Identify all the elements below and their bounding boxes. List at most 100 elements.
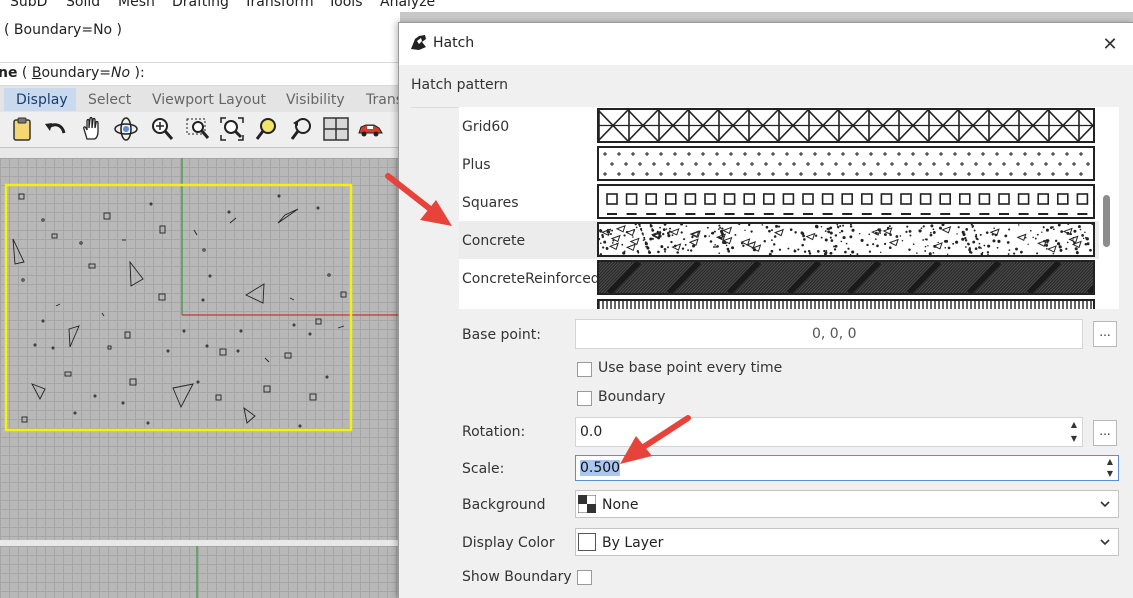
background-label: Background [462, 497, 546, 513]
pattern-row-plus[interactable]: Plus [459, 145, 1099, 183]
rhino-toolbar-tabs: Display Select Viewport Layout Visibilit… [0, 86, 403, 112]
pattern-name: Squares [462, 195, 519, 211]
menu-transform[interactable]: Transform [244, 0, 314, 10]
base-point-value: 0, 0, 0 [812, 326, 857, 342]
zoom-selected-icon[interactable] [254, 115, 282, 143]
boundary-option-name[interactable]: oundary= [41, 65, 111, 81]
rhino-app-icon [411, 35, 426, 50]
scale-value[interactable]: 0.500 [580, 460, 621, 476]
display-color-value: By Layer [602, 535, 664, 551]
command-history: ( Boundary=No ) [0, 12, 400, 62]
tab-visibility[interactable]: Visibility [286, 92, 345, 108]
boundary-checkbox[interactable] [577, 391, 592, 406]
zoom-dynamic-icon[interactable] [148, 115, 176, 143]
close-button[interactable]: ✕ [1095, 31, 1125, 57]
command-prompt[interactable]: ne ( Boundary=No ): [0, 62, 400, 86]
pattern-preview-concrete-reinforced [597, 260, 1095, 295]
tab-select[interactable]: Select [88, 92, 131, 108]
plus-preview-graphic [603, 152, 1090, 176]
menu-mesh[interactable]: Mesh [118, 0, 155, 10]
command-prompt-text: ne ( Boundary=No ): [0, 65, 145, 81]
menu-tools[interactable]: Tools [328, 0, 363, 10]
boundary-label[interactable]: Boundary [598, 389, 665, 405]
undo-icon[interactable] [42, 115, 70, 143]
menu-drafting[interactable]: Drafting [172, 0, 229, 10]
zoom-window-icon[interactable] [184, 115, 212, 143]
spin-up-icon[interactable]: ▲ [1107, 457, 1113, 467]
base-point-label: Base point: [462, 327, 541, 343]
base-point-field[interactable]: 0, 0, 0 [575, 319, 1083, 349]
show-boundary-checkbox[interactable] [577, 570, 592, 585]
concrete-hatch-fill [12, 193, 347, 428]
use-base-point-label[interactable]: Use base point every time [598, 360, 782, 376]
pattern-list-scrollbar[interactable] [1103, 195, 1110, 247]
scale-input[interactable]: 0.500 ▲ ▼ [575, 455, 1119, 481]
menu-solid[interactable]: Solid [66, 0, 100, 10]
top-viewport[interactable] [0, 158, 400, 540]
bottom-viewport-geometry [196, 546, 198, 598]
base-point-pick-button[interactable]: ... [1093, 321, 1117, 347]
pattern-preview-plus [597, 146, 1095, 181]
chevron-down-icon [1100, 501, 1110, 508]
pattern-name: Grid60 [462, 119, 510, 135]
scale-spinner[interactable]: ▲ ▼ [1104, 457, 1116, 479]
display-color-select[interactable]: By Layer [575, 528, 1119, 556]
concrete-preview-graphic [599, 224, 1093, 255]
tab-viewport-layout[interactable]: Viewport Layout [152, 92, 266, 108]
pan-hand-icon[interactable] [78, 115, 106, 143]
hatch-pattern-section-label: Hatch pattern [411, 77, 509, 93]
display-color-label: Display Color [462, 535, 555, 551]
rotation-spinner[interactable]: ▲ ▼ [1068, 420, 1080, 444]
viewport-geometry [4, 158, 400, 432]
pattern-row-concrete-reinforced[interactable]: ConcreteReinforced [459, 259, 1099, 297]
hatch-dialog: Hatch ✕ Hatch pattern Grid60 Plus Square… [398, 22, 1133, 598]
squares-preview-graphic [606, 193, 1089, 215]
pattern-row-partial[interactable] [459, 297, 1099, 309]
show-boundary-label: Show Boundary [462, 569, 572, 585]
zoom-extents-icon[interactable] [218, 115, 246, 143]
menu-subd[interactable]: SubD [10, 0, 47, 10]
dialog-titlebar[interactable]: Hatch ✕ [399, 23, 1133, 65]
rotation-label: Rotation: [462, 424, 526, 440]
named-view-icon[interactable] [288, 115, 316, 143]
rotation-input[interactable]: 0.0 ▲ ▼ [575, 417, 1083, 447]
pattern-name: Concrete [462, 233, 526, 249]
selected-hatch-boundary[interactable] [4, 183, 353, 432]
rotation-value: 0.0 [580, 424, 603, 440]
spin-down-icon[interactable]: ▼ [1107, 469, 1113, 479]
clipboard-icon[interactable] [8, 115, 36, 143]
pattern-preview-squares [597, 184, 1095, 219]
menu-bar: SubD Solid Mesh Drafting Transform Tools… [0, 0, 1133, 12]
pattern-preview-grid60 [597, 108, 1095, 143]
background-select[interactable]: None [575, 490, 1119, 518]
pattern-preview-concrete [597, 222, 1095, 257]
pattern-row-concrete[interactable]: Concrete [459, 221, 1099, 259]
display-toolbar [0, 112, 400, 148]
prompt-open: ( [17, 65, 32, 81]
grid60-preview-graphic [599, 110, 1093, 141]
spin-up-icon[interactable]: ▲ [1071, 420, 1077, 430]
prompt-close: ): [130, 65, 145, 81]
boundary-option-value[interactable]: No [111, 65, 130, 81]
pattern-name: Plus [462, 157, 491, 173]
chevron-down-icon [1100, 539, 1110, 546]
scale-label: Scale: [462, 461, 505, 477]
rotate-view-icon[interactable] [112, 115, 140, 143]
close-icon: ✕ [1102, 33, 1118, 55]
tab-display[interactable]: Display [4, 88, 76, 111]
hatch-pattern-list[interactable]: Grid60 Plus Squares Concrete ConcreteRei… [459, 107, 1119, 309]
rotation-pick-button[interactable]: ... [1093, 420, 1117, 446]
background-value: None [602, 497, 639, 513]
car-render-icon[interactable] [356, 115, 384, 143]
menu-analyze[interactable]: Analyze [380, 0, 435, 10]
four-viewports-icon[interactable] [322, 115, 350, 143]
pattern-row-grid60[interactable]: Grid60 [459, 107, 1099, 145]
boundary-option-key[interactable]: B [32, 65, 42, 81]
pattern-row-squares[interactable]: Squares [459, 183, 1099, 221]
bottom-viewport[interactable] [0, 546, 400, 598]
use-base-point-checkbox[interactable] [577, 362, 592, 377]
dialog-title: Hatch [433, 35, 475, 51]
spin-down-icon[interactable]: ▼ [1071, 434, 1077, 444]
command-history-line: ( Boundary=No ) [4, 22, 123, 38]
command-name-fragment: ne [0, 65, 18, 81]
